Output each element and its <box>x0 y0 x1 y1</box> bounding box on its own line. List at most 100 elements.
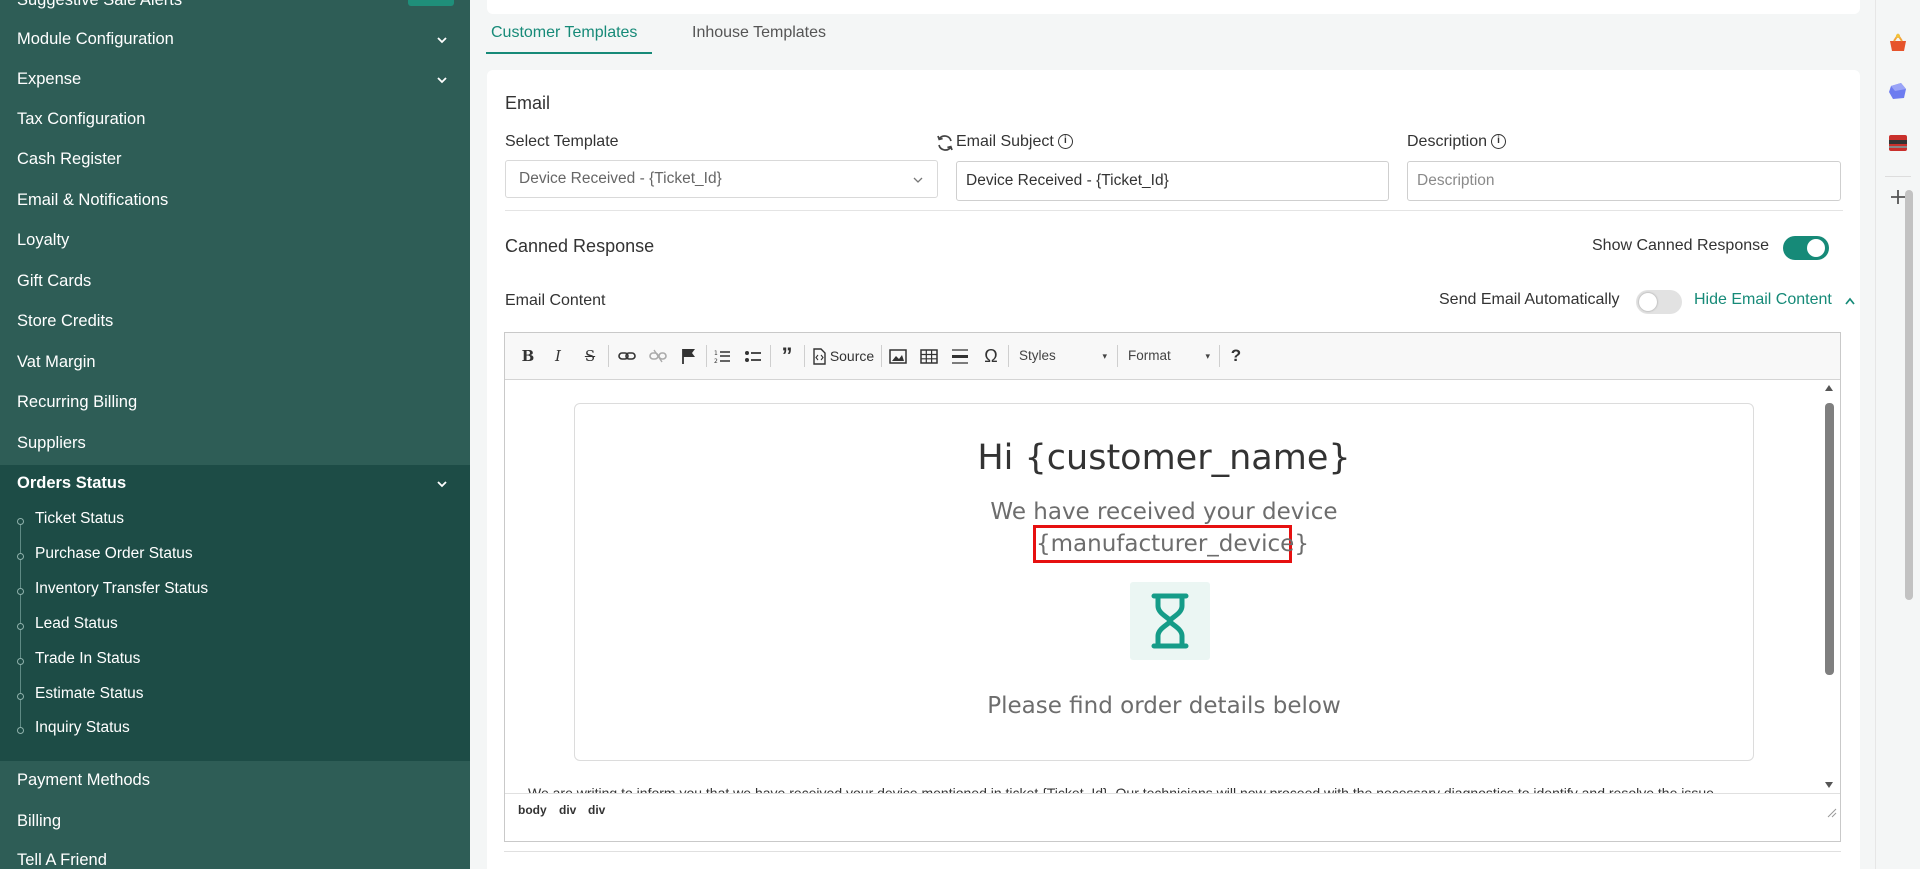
special-character-icon[interactable]: Ω <box>982 345 1000 367</box>
section-title-canned-response: Canned Response <box>505 236 655 256</box>
toolbar-separator <box>706 345 707 367</box>
refresh-icon[interactable] <box>935 133 955 153</box>
email-body-paragraph: We are writing to inform you that we hav… <box>528 785 1718 793</box>
resize-handle-icon[interactable] <box>1825 806 1837 818</box>
scrollbar-thumb[interactable] <box>1825 403 1834 675</box>
sidebar-item-recurring-billing[interactable]: Recurring Billing <box>17 393 137 412</box>
toolbar-separator <box>881 345 882 367</box>
rich-text-editor: B I S 12 ” Source Ω Styles ▾ Format ▾ ? … <box>504 332 1841 842</box>
show-canned-response-label: Show Canned Response <box>1592 237 1770 254</box>
sidebar-item-loyalty[interactable]: Loyalty <box>17 231 69 250</box>
tab-customer-templates[interactable]: Customer Templates <box>491 24 637 42</box>
toolbar-separator <box>1219 345 1220 367</box>
greeting-heading: Hi {customer_name} <box>977 438 1351 478</box>
styles-label: Styles <box>1019 348 1056 363</box>
highlight-box: {manufacturer_device} <box>1033 525 1309 563</box>
unlink-icon[interactable] <box>649 345 667 367</box>
horizontal-line-icon[interactable] <box>951 345 969 367</box>
sidebar-item-suggestive-sale-alerts[interactable]: Suggestive Sale Alerts <box>17 0 182 10</box>
wallet-icon[interactable] <box>1887 132 1909 154</box>
sidebar-subitem-ticket-status[interactable]: Ticket Status <box>35 510 124 528</box>
sidebar-item-store-credits[interactable]: Store Credits <box>17 312 113 331</box>
email-preview-card: Hi {customer_name} We have received your… <box>574 403 1754 761</box>
link-icon[interactable] <box>618 345 636 367</box>
cube-icon[interactable] <box>1887 80 1909 102</box>
tab-inhouse-templates[interactable]: Inhouse Templates <box>692 24 826 42</box>
tree-dot <box>17 588 24 595</box>
hourglass-icon <box>1151 593 1189 649</box>
blockquote-icon[interactable]: ” <box>778 345 796 367</box>
editor-scrollbar[interactable] <box>1820 381 1838 793</box>
sidebar-subitem-lead-status[interactable]: Lead Status <box>35 615 118 633</box>
show-canned-response-toggle[interactable] <box>1783 236 1829 260</box>
italic-icon[interactable]: I <box>549 345 567 367</box>
hide-email-content-link[interactable]: Hide Email Content <box>1694 291 1832 309</box>
sidebar-subitem-estimate-status[interactable]: Estimate Status <box>35 685 144 703</box>
source-button[interactable]: Source <box>829 345 875 367</box>
svg-text:1: 1 <box>714 350 718 357</box>
info-icon[interactable]: i <box>1057 134 1073 150</box>
sidebar-subitem-inquiry-status[interactable]: Inquiry Status <box>35 719 130 737</box>
toggle-knob <box>1639 293 1657 311</box>
sidebar-item-payment-methods[interactable]: Payment Methods <box>17 771 150 790</box>
email-subject-input[interactable]: Device Received - {Ticket_Id} <box>956 161 1389 201</box>
sidebar-item-billing[interactable]: Billing <box>17 812 61 831</box>
chevron-down-icon <box>913 177 923 183</box>
description-label: Description i <box>1407 133 1507 151</box>
select-template-value: Device Received - {Ticket_Id} <box>519 170 722 187</box>
path-element-div[interactable]: div <box>588 803 605 817</box>
sidebar-subitem-purchase-order-status[interactable]: Purchase Order Status <box>35 545 193 563</box>
sidebar-item-cash-register[interactable]: Cash Register <box>17 150 122 169</box>
chevron-down-icon[interactable] <box>436 478 448 490</box>
toolbar-separator <box>1008 345 1009 367</box>
sidebar-item-suppliers[interactable]: Suppliers <box>17 434 86 453</box>
toolbar-separator <box>1117 345 1118 367</box>
bold-icon[interactable]: B <box>519 345 537 367</box>
basket-icon[interactable] <box>1887 32 1909 54</box>
strikethrough-icon[interactable]: S <box>581 345 599 367</box>
svg-text:2: 2 <box>714 358 718 365</box>
sidebar-item-email-notifications[interactable]: Email & Notifications <box>17 191 168 210</box>
sidebar-item-orders-status[interactable]: Orders Status <box>17 474 126 493</box>
select-template-dropdown[interactable]: Device Received - {Ticket_Id} <box>505 160 938 198</box>
info-icon[interactable]: i <box>1491 134 1507 150</box>
scroll-up-icon[interactable] <box>1824 384 1834 392</box>
rail-divider <box>1885 176 1911 177</box>
format-dropdown[interactable]: Format ▾ <box>1128 345 1214 367</box>
description-input[interactable]: Description <box>1407 161 1841 201</box>
chevron-down-icon[interactable] <box>436 34 448 46</box>
flag-icon[interactable] <box>681 345 697 367</box>
source-icon[interactable] <box>811 345 827 367</box>
table-icon[interactable] <box>920 345 938 367</box>
path-element-body[interactable]: body <box>518 803 547 817</box>
path-element-div[interactable]: div <box>559 803 576 817</box>
chevron-down-icon[interactable] <box>436 74 448 86</box>
image-icon[interactable] <box>889 345 907 367</box>
sidebar-item-module-configuration[interactable]: Module Configuration <box>17 30 174 49</box>
caret-down-icon: ▾ <box>1102 351 1107 361</box>
toggle-knob <box>1807 239 1825 257</box>
sidebar-item-tell-a-friend[interactable]: Tell A Friend <box>17 851 107 869</box>
send-email-automatically-toggle[interactable] <box>1636 290 1682 314</box>
page-scrollbar-thumb[interactable] <box>1905 190 1913 600</box>
styles-dropdown[interactable]: Styles ▾ <box>1019 345 1111 367</box>
sidebar-item-tax-configuration[interactable]: Tax Configuration <box>17 110 145 129</box>
numbered-list-icon[interactable]: 12 <box>713 345 731 367</box>
sidebar-subitem-trade-in-status[interactable]: Trade In Status <box>35 650 140 668</box>
tree-dot <box>17 658 24 665</box>
chevron-up-icon[interactable] <box>1844 296 1856 306</box>
divider <box>504 851 1841 852</box>
scroll-down-icon[interactable] <box>1824 781 1834 789</box>
main-content: Customer Templates Inhouse Templates Ema… <box>470 0 1875 869</box>
bulleted-list-icon[interactable] <box>744 345 762 367</box>
sidebar-item-expense[interactable]: Expense <box>17 70 81 89</box>
help-icon[interactable]: ? <box>1227 345 1245 367</box>
editor-content-area[interactable]: Hi {customer_name} We have received your… <box>505 381 1840 793</box>
sidebar-item-gift-cards[interactable]: Gift Cards <box>17 272 91 291</box>
sidebar-subitem-inventory-transfer-status[interactable]: Inventory Transfer Status <box>35 580 208 598</box>
divider <box>505 210 1843 211</box>
top-card <box>487 0 1860 14</box>
tree-dot <box>17 623 24 630</box>
email-subject-label-text: Email Subject <box>956 133 1054 150</box>
sidebar-item-vat-margin[interactable]: Vat Margin <box>17 353 96 372</box>
